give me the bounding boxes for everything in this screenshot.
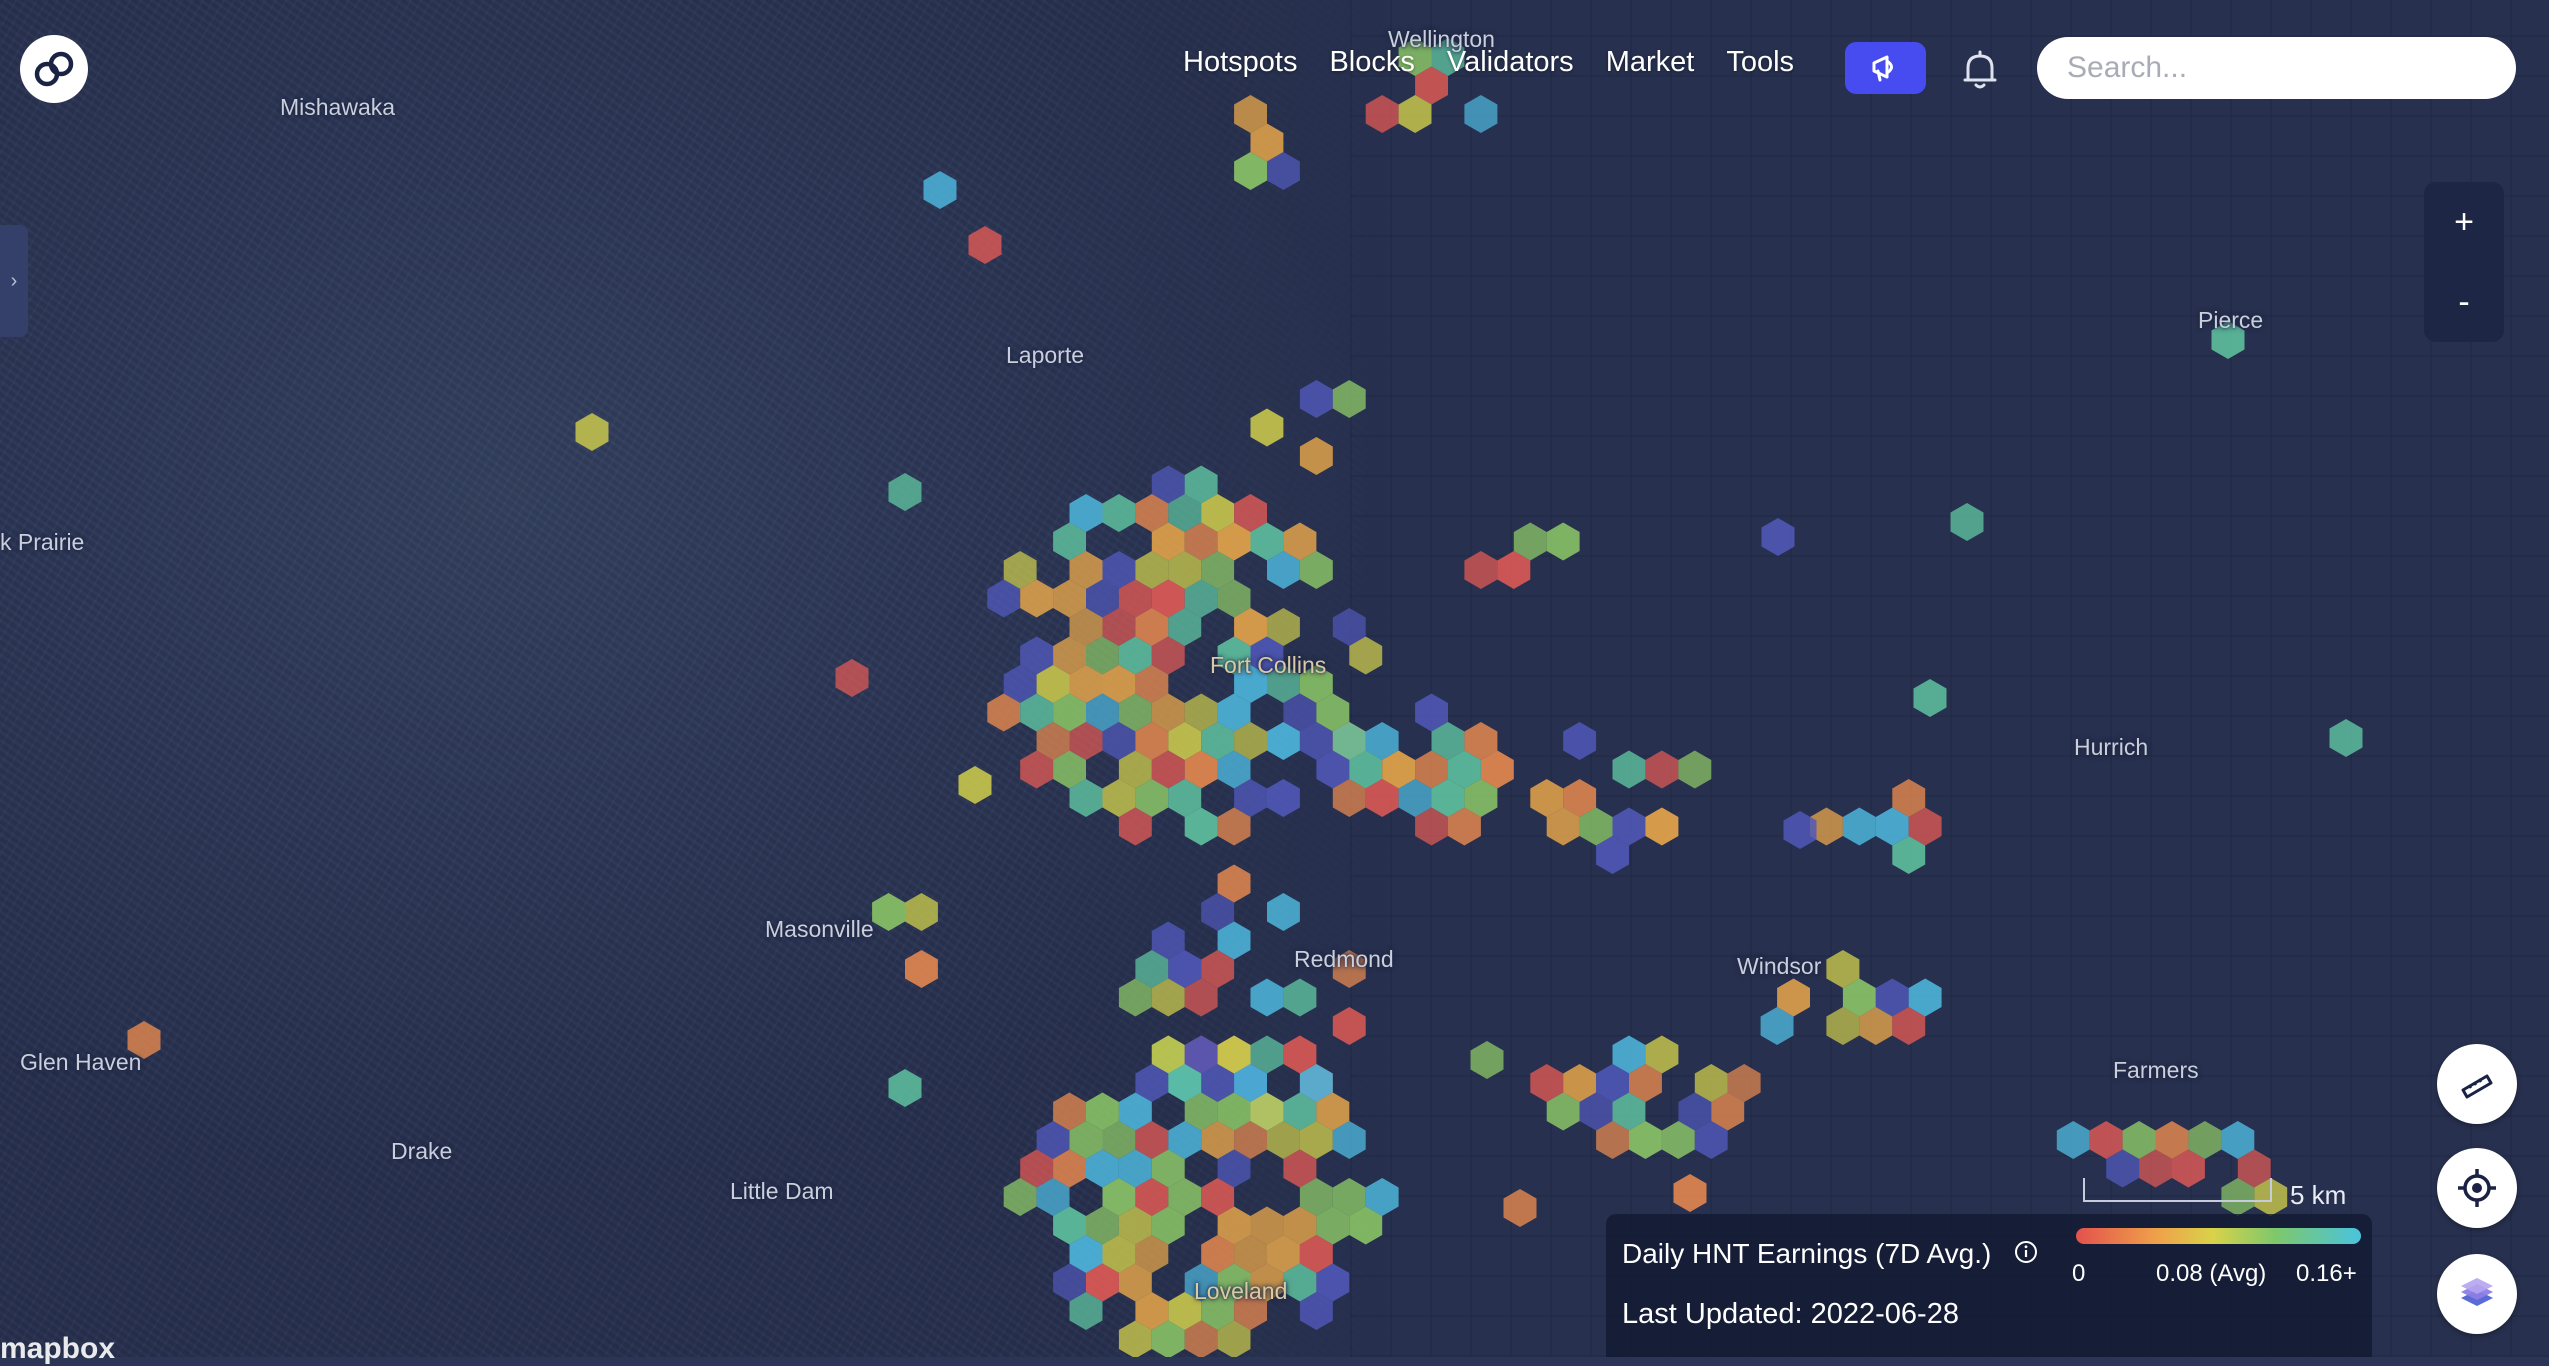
layers-button[interactable] [2437, 1254, 2517, 1334]
place-label-drake: Drake [391, 1138, 453, 1164]
hotspot-hex[interactable] [575, 413, 609, 451]
hotspot-hex[interactable] [923, 171, 957, 209]
hotspot-hex[interactable] [1645, 807, 1679, 846]
nav-hotspots[interactable]: Hotspots [1183, 46, 1297, 79]
top-nav: Hotspots Blocks Validators Market Tools [1183, 46, 1826, 79]
helium-logo-icon[interactable] [20, 35, 88, 103]
info-icon[interactable] [2014, 1240, 2038, 1264]
place-label-farmers: Farmers [2113, 1057, 2199, 1083]
place-label-hurrich: Hurrich [2074, 734, 2149, 760]
hotspot-hex[interactable] [1332, 1007, 1366, 1045]
hotspot-hex[interactable] [1950, 503, 1984, 541]
legend-avg: 0.08 (Avg) [2156, 1260, 2267, 1287]
place-label-glen-haven: Glen Haven [20, 1049, 142, 1075]
hotspot-hex[interactable] [1267, 779, 1300, 817]
hotspot-hex[interactable] [1470, 1041, 1504, 1079]
place-label-windsor: Windsor [1737, 953, 1822, 979]
hotspot-hex[interactable] [1365, 95, 1399, 133]
earnings-legend: Daily HNT Earnings (7D Avg.) 0 0.08 (Avg… [1606, 1214, 2372, 1357]
nav-validators[interactable]: Validators [1447, 46, 1574, 79]
place-label-fort-collins: Fort Collins [1210, 652, 1327, 678]
nav-blocks[interactable]: Blocks [1329, 46, 1414, 79]
announcements-button[interactable] [1845, 42, 1926, 94]
layers-icon [2461, 1278, 2493, 1306]
legend-max: 0.16+ [2296, 1260, 2357, 1287]
nav-market[interactable]: Market [1606, 46, 1695, 79]
hotspot-hex[interactable] [1102, 494, 1136, 532]
hotspot-hex[interactable] [888, 473, 922, 511]
bell-icon [1963, 50, 1997, 89]
zoom-control: + - [2424, 182, 2504, 342]
notifications-button[interactable] [1960, 48, 2000, 92]
hotspot-hex[interactable] [2329, 719, 2363, 757]
hotspot-hex[interactable] [1267, 893, 1300, 931]
place-label-redmond: Redmond [1294, 946, 1394, 972]
place-label-pierce: Pierce [2198, 307, 2264, 333]
zoom-in-button[interactable]: + [2424, 182, 2504, 262]
scale-bar [2083, 1178, 2272, 1202]
hotspot-hex[interactable] [1299, 380, 1333, 418]
place-label-little-dam: Little Dam [730, 1178, 834, 1204]
scale-label: 5 km [2290, 1180, 2347, 1210]
hotspot-hex[interactable] [968, 226, 1002, 264]
hotspot-hex[interactable] [1913, 679, 1947, 717]
hotspot-hex[interactable] [1612, 750, 1646, 789]
locate-button[interactable] [2437, 1148, 2517, 1228]
sidebar-toggle-chevron-icon[interactable]: › [0, 225, 28, 337]
hotspot-hex[interactable] [1842, 807, 1876, 846]
hotspot-hex[interactable] [1250, 978, 1284, 1017]
hotspot-hex[interactable] [1645, 750, 1679, 789]
legend-last-updated: Last Updated: 2022-06-28 [1622, 1298, 1959, 1330]
hotspot-hex[interactable] [1761, 518, 1795, 556]
ruler-icon [2461, 1074, 2493, 1099]
hotspot-hex[interactable] [835, 659, 869, 697]
search-input[interactable] [2037, 37, 2516, 99]
hotspot-hex[interactable] [1678, 750, 1712, 789]
crosshair-icon [2458, 1169, 2496, 1207]
hotspot-hex[interactable] [1673, 1174, 1707, 1212]
legend-min: 0 [2072, 1260, 2086, 1287]
hotspot-hex[interactable] [1563, 722, 1597, 760]
hotspot-hex[interactable] [1250, 408, 1284, 447]
place-label-masonville: Masonville [765, 916, 874, 942]
hotspot-hex[interactable] [872, 893, 905, 931]
hotspot-hex[interactable] [1464, 95, 1498, 133]
hotspot-hex[interactable] [1283, 978, 1317, 1017]
hotspot-hex[interactable] [2056, 1121, 2090, 1159]
place-label-laporte: Laporte [1006, 342, 1085, 368]
hotspot-hex[interactable] [1464, 551, 1498, 589]
hotspot-hex[interactable] [905, 950, 938, 988]
hotspot-hex[interactable] [1332, 380, 1366, 418]
hotspot-hex[interactable] [1299, 437, 1333, 475]
zoom-out-button[interactable]: - [2424, 262, 2504, 342]
hotspot-hex[interactable] [905, 893, 938, 931]
megaphone-icon [1872, 55, 1893, 82]
measure-button[interactable] [2437, 1044, 2517, 1124]
hotspot-hex[interactable] [1503, 1189, 1537, 1227]
place-label-prairie: k Prairie [0, 529, 85, 555]
legend-title: Daily HNT Earnings (7D Avg.) [1622, 1238, 1992, 1269]
place-label-loveland: Loveland [1194, 1278, 1288, 1304]
hotspot-hex[interactable] [888, 1069, 922, 1107]
place-label-mishawaka: Mishawaka [280, 94, 396, 120]
nav-tools[interactable]: Tools [1726, 46, 1794, 79]
mapbox-attribution[interactable]: mapbox [0, 1332, 115, 1366]
hotspot-hex[interactable] [958, 766, 992, 804]
legend-gradient-bar [2076, 1228, 2361, 1244]
hotspot-hex[interactable] [1546, 522, 1580, 561]
